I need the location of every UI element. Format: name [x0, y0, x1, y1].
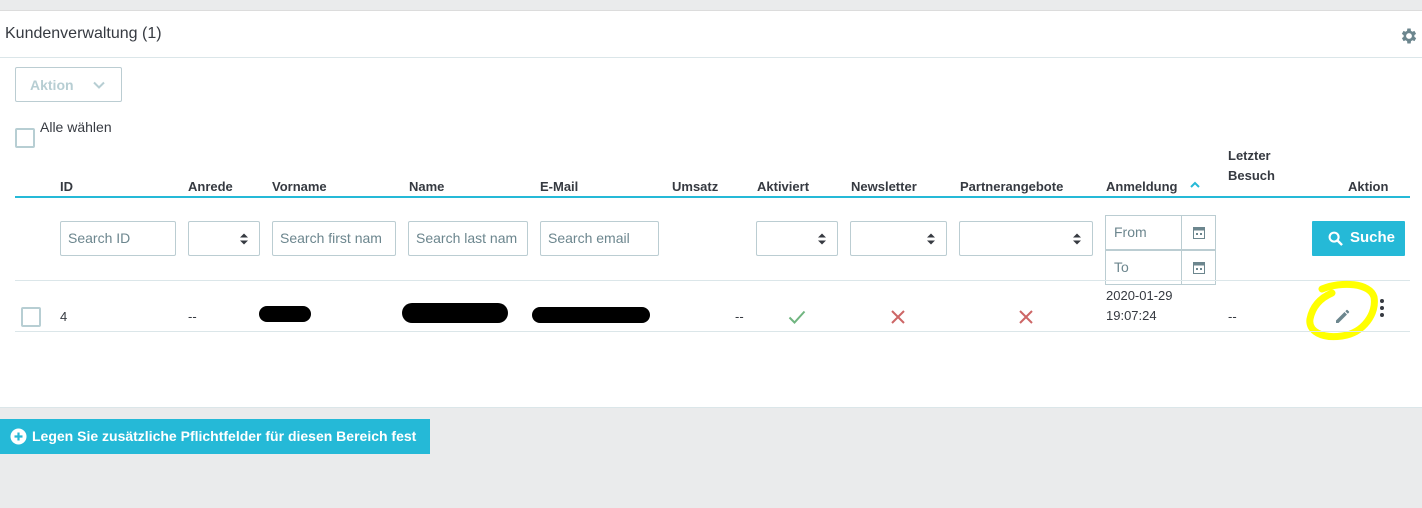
- filter-id-input[interactable]: Search ID: [60, 221, 176, 256]
- filter-partner-select[interactable]: [959, 221, 1093, 256]
- row-checkbox[interactable]: [21, 307, 41, 327]
- edit-pencil-icon[interactable]: [1334, 307, 1352, 325]
- column-header-anmeldung[interactable]: Anmeldung: [1106, 177, 1178, 197]
- select-arrows-icon: [818, 233, 826, 245]
- redacted-email: [532, 307, 650, 323]
- required-fields-button-label: Legen Sie zusätzliche Pflichtfelder für …: [32, 428, 417, 444]
- bulk-action-dropdown[interactable]: Aktion: [15, 67, 122, 102]
- required-fields-button[interactable]: Legen Sie zusätzliche Pflichtfelder für …: [0, 419, 430, 454]
- column-header-anrede[interactable]: Anrede: [188, 177, 233, 197]
- cross-icon: [891, 310, 905, 324]
- search-button-label: Suche: [1350, 229, 1396, 246]
- cross-icon: [1019, 310, 1033, 324]
- sort-ascending-icon[interactable]: [1189, 180, 1201, 190]
- top-strip: [0, 0, 1422, 11]
- plus-circle-icon: [10, 428, 27, 445]
- calendar-icon: [1193, 262, 1205, 274]
- redacted-last-name: [402, 303, 508, 323]
- search-button[interactable]: Suche: [1312, 221, 1405, 256]
- filter-email-input[interactable]: Search email: [540, 221, 659, 256]
- filter-anrede-select[interactable]: [188, 221, 260, 256]
- filter-last-name-input[interactable]: Search last nam: [408, 221, 528, 256]
- column-header-aktion: Aktion: [1348, 179, 1389, 194]
- chevron-down-icon: [93, 81, 105, 89]
- customers-panel: Kundenverwaltung (1): [0, 11, 1422, 408]
- column-header-name[interactable]: Name: [409, 177, 444, 197]
- more-actions-icon[interactable]: [1379, 298, 1385, 318]
- select-arrows-icon: [240, 233, 248, 245]
- filter-newsletter-select[interactable]: [850, 221, 947, 256]
- check-icon: [788, 310, 806, 324]
- select-all-checkbox[interactable]: [15, 128, 35, 148]
- filter-date-from-input[interactable]: From: [1105, 215, 1216, 250]
- column-header-vorname[interactable]: Vorname: [272, 177, 327, 197]
- date-from-placeholder: From: [1114, 224, 1147, 240]
- cell-anmeldung: 2020-01-29 19:07:24: [1106, 286, 1173, 326]
- anmeldung-time: 19:07:24: [1106, 308, 1157, 323]
- header-divider: [15, 196, 1410, 198]
- column-header-umsatz[interactable]: Umsatz: [672, 177, 718, 197]
- select-all-label: Alle wählen: [40, 119, 112, 135]
- cell-id: 4: [60, 309, 68, 324]
- column-header-id[interactable]: ID: [60, 177, 73, 197]
- filter-aktiviert-select[interactable]: [756, 221, 838, 256]
- column-header-partnerangebote[interactable]: Partnerangebote: [960, 177, 1063, 197]
- panel-header: Kundenverwaltung (1): [0, 11, 1422, 58]
- row-divider: [15, 331, 1410, 332]
- gear-icon[interactable]: [1399, 26, 1419, 46]
- column-header-email[interactable]: E-Mail: [540, 177, 578, 197]
- date-to-placeholder: To: [1114, 259, 1129, 275]
- column-header-letzter-besuch[interactable]: Letzter Besuch: [1228, 146, 1288, 186]
- cell-letzter-besuch: --: [1228, 309, 1237, 324]
- select-arrows-icon: [927, 233, 935, 245]
- select-arrows-icon: [1073, 233, 1081, 245]
- panel-title: Kundenverwaltung (1): [5, 25, 162, 42]
- date-from-picker-button[interactable]: [1181, 216, 1215, 249]
- bulk-action-label: Aktion: [30, 77, 74, 93]
- cell-umsatz: --: [735, 309, 744, 324]
- cell-anrede: --: [188, 309, 197, 324]
- filter-divider: [15, 280, 1410, 281]
- redacted-first-name: [259, 306, 311, 322]
- column-header-newsletter[interactable]: Newsletter: [851, 177, 917, 197]
- calendar-icon: [1193, 227, 1205, 239]
- search-icon: [1328, 231, 1343, 246]
- filter-first-name-input[interactable]: Search first nam: [272, 221, 396, 256]
- column-header-aktiviert[interactable]: Aktiviert: [757, 177, 809, 197]
- anmeldung-date: 2020-01-29: [1106, 288, 1173, 303]
